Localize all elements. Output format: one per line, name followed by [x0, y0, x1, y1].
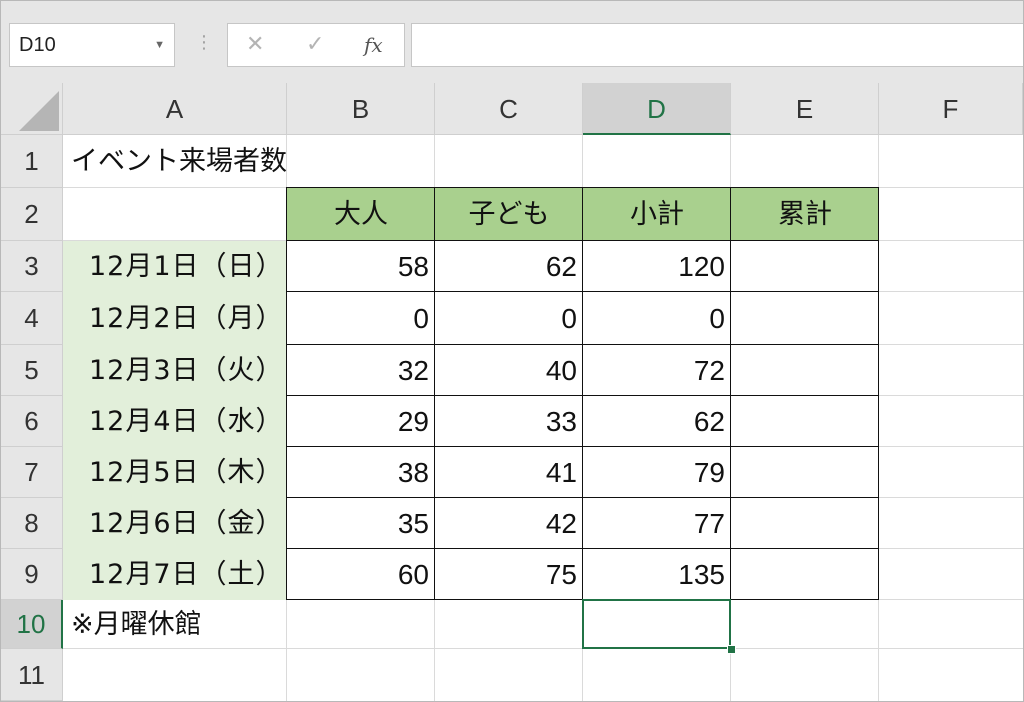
table-border: [582, 187, 583, 600]
value-cell-cumulative[interactable]: [731, 292, 879, 345]
table-border: [434, 187, 435, 600]
insert-function-icon[interactable]: fx: [364, 24, 383, 66]
name-box-value: D10: [19, 34, 56, 56]
drag-handle-icon[interactable]: ⋮: [195, 34, 213, 52]
table-border: [730, 187, 731, 600]
value-cell-adult[interactable]: 32: [287, 345, 435, 396]
chevron-down-icon[interactable]: ▼: [154, 24, 165, 66]
table-border: [878, 187, 879, 600]
name-box[interactable]: D10 ▼: [9, 23, 175, 67]
date-cell[interactable]: 12月1日（日）: [63, 241, 287, 292]
value-cell-subtotal[interactable]: 0: [583, 292, 731, 345]
date-cell[interactable]: 12月3日（火）: [63, 345, 287, 396]
value-cell-child[interactable]: 75: [435, 549, 583, 600]
date-cell[interactable]: 12月4日（水）: [63, 396, 287, 447]
formula-buttons: ✕ ✓ fx: [227, 23, 405, 67]
date-cell[interactable]: 12月5日（木）: [63, 447, 287, 498]
table-border: [286, 187, 287, 600]
header-cell[interactable]: 小計: [583, 188, 731, 241]
value-cell-adult[interactable]: 38: [287, 447, 435, 498]
date-cell[interactable]: 12月7日（土）: [63, 549, 287, 600]
row-header-11[interactable]: 11: [1, 649, 63, 701]
value-cell-cumulative[interactable]: [731, 498, 879, 549]
header-cell[interactable]: 累計: [731, 188, 879, 241]
row-header-10[interactable]: 10: [1, 600, 63, 649]
value-cell-cumulative[interactable]: [731, 345, 879, 396]
row-header-4[interactable]: 4: [1, 292, 63, 345]
row-header-2[interactable]: 2: [1, 188, 63, 241]
cell-a1-title[interactable]: イベント来場者数: [63, 135, 287, 188]
row-header-6[interactable]: 6: [1, 396, 63, 447]
value-cell-child[interactable]: 42: [435, 498, 583, 549]
header-cell[interactable]: 大人: [287, 188, 435, 241]
value-cell-adult[interactable]: 58: [287, 241, 435, 292]
value-cell-subtotal[interactable]: 62: [583, 396, 731, 447]
column-header-d[interactable]: D: [583, 83, 731, 135]
value-cell-cumulative[interactable]: [731, 241, 879, 292]
value-cell-cumulative[interactable]: [731, 549, 879, 600]
date-cell[interactable]: 12月6日（金）: [63, 498, 287, 549]
column-header-e[interactable]: E: [731, 83, 879, 135]
value-cell-subtotal[interactable]: 77: [583, 498, 731, 549]
cell-a10-note[interactable]: ※月曜休館: [63, 600, 287, 649]
column-header-c[interactable]: C: [435, 83, 583, 135]
row-header-3[interactable]: 3: [1, 241, 63, 292]
value-cell-subtotal[interactable]: 79: [583, 447, 731, 498]
column-header-f[interactable]: F: [879, 83, 1023, 135]
value-cell-adult[interactable]: 35: [287, 498, 435, 549]
formula-input[interactable]: [411, 23, 1023, 67]
row-header-7[interactable]: 7: [1, 447, 63, 498]
value-cell-child[interactable]: 41: [435, 447, 583, 498]
column-header-a[interactable]: A: [63, 83, 287, 135]
select-all-icon: [19, 91, 59, 131]
row-header-1[interactable]: 1: [1, 135, 63, 188]
active-cell-selection[interactable]: [582, 599, 731, 649]
row-header-5[interactable]: 5: [1, 345, 63, 396]
value-cell-cumulative[interactable]: [731, 396, 879, 447]
value-cell-adult[interactable]: 60: [287, 549, 435, 600]
fill-handle[interactable]: [727, 645, 736, 654]
column-header-b[interactable]: B: [287, 83, 435, 135]
enter-icon[interactable]: ✓: [306, 24, 324, 66]
value-cell-child[interactable]: 0: [435, 292, 583, 345]
value-cell-subtotal[interactable]: 135: [583, 549, 731, 600]
value-cell-child[interactable]: 40: [435, 345, 583, 396]
cancel-icon[interactable]: ✕: [246, 24, 264, 66]
date-cell[interactable]: 12月2日（月）: [63, 292, 287, 345]
value-cell-adult[interactable]: 29: [287, 396, 435, 447]
row-header-8[interactable]: 8: [1, 498, 63, 549]
value-cell-adult[interactable]: 0: [287, 292, 435, 345]
excel-window: D10 ▼ ⋮ ✕ ✓ fx A B C D E F 1 2 3 4 5 6 7 8 9 10 11 イベント来場…: [0, 0, 1024, 702]
formula-bar: D10 ▼ ⋮ ✕ ✓ fx: [1, 1, 1023, 83]
header-cell[interactable]: 子ども: [435, 188, 583, 241]
value-cell-cumulative[interactable]: [731, 447, 879, 498]
value-cell-subtotal[interactable]: 72: [583, 345, 731, 396]
value-cell-subtotal[interactable]: 120: [583, 241, 731, 292]
select-all-button[interactable]: [1, 83, 63, 135]
value-cell-child[interactable]: 62: [435, 241, 583, 292]
worksheet-grid[interactable]: A B C D E F 1 2 3 4 5 6 7 8 9 10 11 イベント来場者数 大人 子ども 小計 累計 12月1…: [1, 83, 1023, 701]
value-cell-child[interactable]: 33: [435, 396, 583, 447]
row-header-9[interactable]: 9: [1, 549, 63, 600]
